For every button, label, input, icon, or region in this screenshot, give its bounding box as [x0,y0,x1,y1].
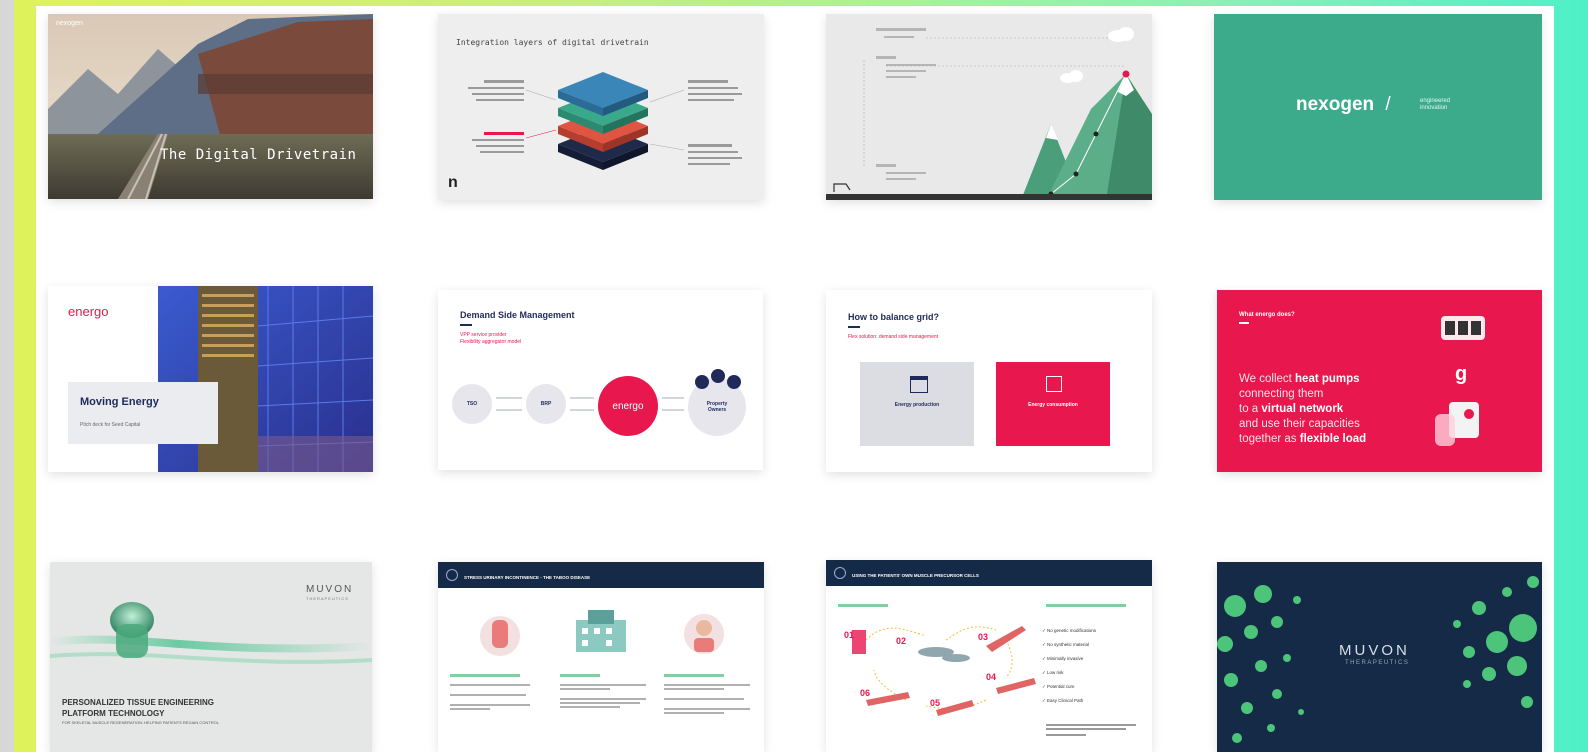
brand-logo: MUVON [306,584,354,595]
brand-separator: / [1385,94,1391,115]
benefit-item: ✓ Potential cure [1042,684,1075,689]
step-label: 03 [978,632,989,642]
slide-title: The Digital Drivetrain [160,147,357,163]
illustrations [450,610,750,714]
slide-mountain-journey[interactable] [826,14,1152,200]
slide-digital-drivetrain[interactable]: nexogen The Digital Drivetrain [48,14,373,199]
slide-gallery: nexogen The Digital Drivetrain Integrati… [36,6,1554,752]
slide-nexogen-cover[interactable]: nexogen / engineered innovation [1214,14,1542,200]
benefit-item: ✓ Easy Clinical Path [1042,698,1084,703]
left-window-edge [0,0,14,752]
nexogen-logo-icon: n [448,174,458,191]
energy-consumption-label: Energy consumption [1028,402,1078,408]
slide-title-line-1: PERSONALIZED TISSUE ENGINEERING [62,698,215,707]
slide-muvon-platform[interactable]: MUVON THERAPEUTICS PERSONALIZED TISSUE E… [50,562,372,752]
benefit-label: Potential cure [1047,684,1075,689]
benefit-item: ✓ No synthetic material [1042,642,1090,647]
brand-tagline: engineered innovation [1420,98,1451,111]
process-diagram [838,604,1136,736]
slide-what-energo-does[interactable]: What energo does? We collect heat pumps … [1217,290,1542,472]
brand-logo: nexogen / [1296,94,1397,116]
step-label: 02 [896,636,907,646]
slide-muvon-cover[interactable]: MUVON THERAPEUTICS [1217,562,1542,752]
benefit-item: ✓ Minimally invasive [1042,656,1084,661]
step-label: 05 [930,698,941,708]
brand-sub: THERAPEUTICS [306,596,349,601]
energy-production-box: Energy production [860,362,974,446]
benefit-label: Minimally invasive [1047,656,1084,661]
step-label: 01 [844,630,855,640]
slide-title: How to balance grid? [848,312,940,322]
slide-title: Moving Energy [80,396,159,408]
benefit-label: Easy Clinical Path [1047,698,1084,703]
slide-muscle-precursor-cells[interactable]: USING THE PATIENTS' OWN MUSCLE PRECURSOR… [826,560,1152,752]
slide-integration-layers[interactable]: Integration layers of digital drivetrain [438,14,764,200]
slide-subtitle: Flex solution: demand side management [848,334,939,340]
slide-balance-grid[interactable]: How to balance grid? Flex solution: dema… [826,290,1152,472]
slide-demand-side-management[interactable]: Demand Side Management VPP service provi… [438,290,763,470]
heat-pump-icons: g [1435,316,1485,446]
brand-logo: MUVON [1339,642,1410,659]
slide-title-line-2: PLATFORM TECHNOLOGY [62,709,165,718]
benefit-label: No synthetic material [1047,642,1090,647]
brand-sub: THERAPEUTICS [1345,660,1410,666]
benefit-label: Low risk [1047,670,1064,675]
brand-logo: nexogen [56,20,83,27]
flow-arrows [496,369,741,411]
energy-production-label: Energy production [894,402,940,408]
slide-moving-energy[interactable]: energo Moving Energy Pitch deck for Seed… [48,286,373,472]
benefit-item: ✓ No genetic modifications [1042,628,1097,633]
train-photo [48,14,373,199]
title-card: Moving Energy Pitch deck for Seed Capita… [68,382,218,444]
benefit-label: No genetic modifications [1047,628,1097,633]
svg-text:g: g [1455,363,1467,385]
energy-consumption-box: Energy consumption [996,362,1110,446]
benefit-item: ✓ Low risk [1042,670,1064,675]
brand-logo: energo [68,304,109,319]
step-label: 04 [986,672,997,682]
step-label: 06 [860,688,871,698]
layers-diagram [468,72,742,170]
house-icon [1046,376,1062,392]
brand-name: nexogen [1296,94,1375,115]
benefit-list: ✓ No genetic modifications ✓ No syntheti… [1042,624,1096,708]
factory-icon [910,376,928,393]
slide-stress-urinary-incontinence[interactable]: STRESS URINARY INCONTINENCE - THE TABOO … [438,562,764,752]
slide-subtitle: Pitch deck for Seed Capital [80,422,141,428]
slide-subtitle: FOR SKELETAL MUSCLE REGENERATION: HELPIN… [62,720,219,725]
title-underline [848,326,860,328]
building-photo [158,286,373,472]
mountain-illustration [826,27,1152,200]
